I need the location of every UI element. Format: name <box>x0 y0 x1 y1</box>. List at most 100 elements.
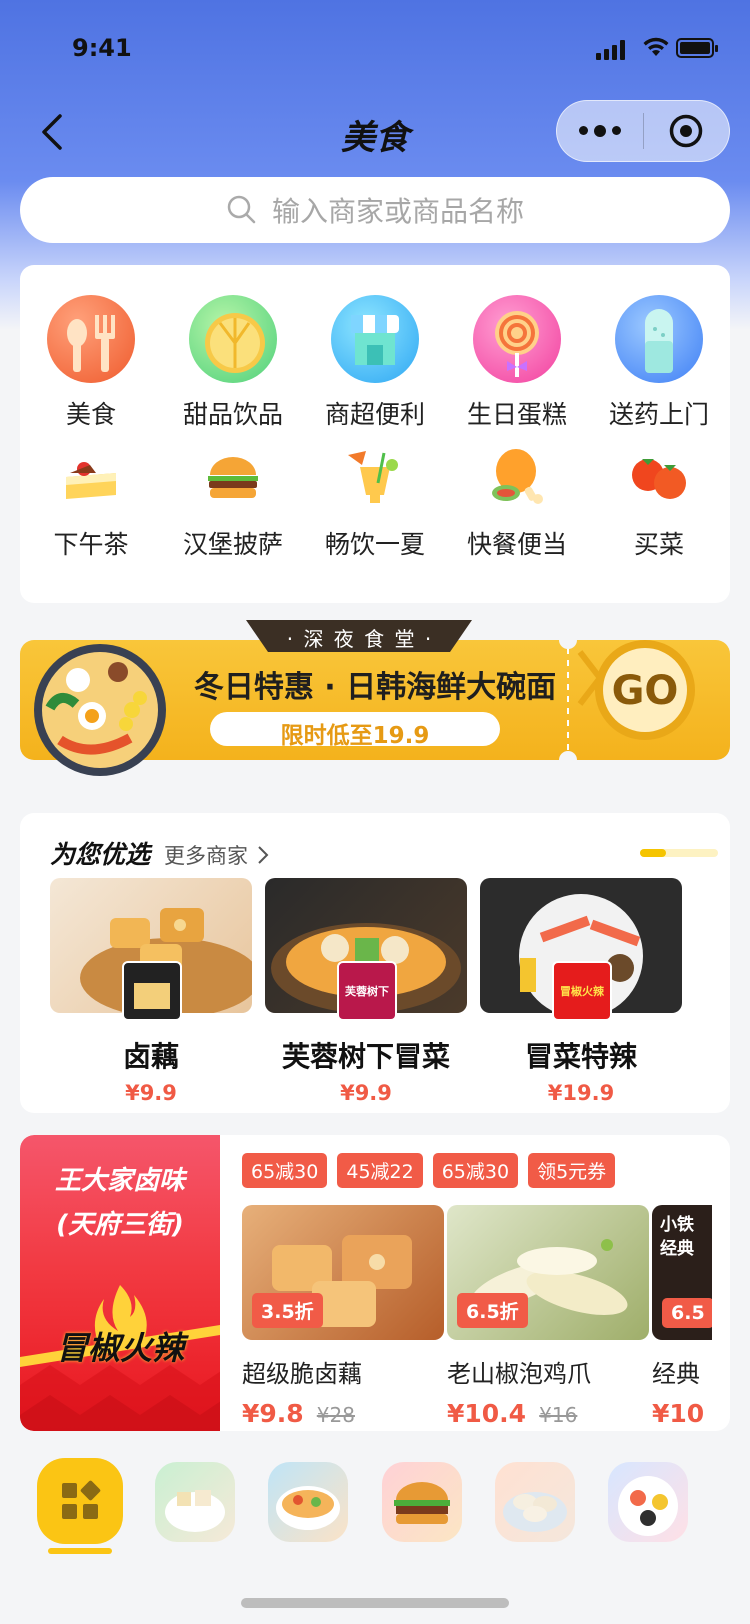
category-label: 快餐便当 <box>466 530 567 559</box>
category-label: 买菜 <box>633 530 684 559</box>
quick-item-burger[interactable] <box>382 1462 462 1542</box>
section-header: 为您优选 更多商家 <box>50 835 270 871</box>
current-price: ¥9.8 <box>242 1399 304 1425</box>
banner-headline: 冬日特惠 · 日韩海鲜大碗面 <box>193 670 557 705</box>
category-label: 下午茶 <box>53 530 129 559</box>
status-time: 9:41 <box>72 34 132 62</box>
quick-item-dessert[interactable] <box>155 1462 235 1542</box>
category-medicine-delivery[interactable]: 送药上门 <box>588 295 730 431</box>
pick-card[interactable]: 卤藕 ¥9.9 <box>50 878 252 1105</box>
current-price: ¥10.4 <box>447 1399 527 1425</box>
recommended-section: 为您优选 更多商家 卤藕 ¥9.9 芙蓉树下 芙蓉树下冒菜 ¥9.9 冒椒火辣 <box>20 813 730 1113</box>
search-placeholder: 输入商家或商品名称 <box>271 195 524 228</box>
pick-card[interactable]: 冒椒火辣 冒菜特辣 ¥19.9 <box>480 878 682 1105</box>
category-afternoon-tea[interactable]: 下午茶 <box>20 443 162 561</box>
category-label: 商超便利 <box>324 400 425 429</box>
lollipop-icon <box>473 295 561 383</box>
original-price: ¥16 <box>539 1403 578 1425</box>
pick-name: 卤藕 <box>122 1040 179 1073</box>
status-bar: 9:41 <box>0 0 750 96</box>
cellular-signal-icon <box>596 38 625 60</box>
pick-price: ¥9.9 <box>125 1081 177 1105</box>
chicken-leg-icon <box>482 443 552 513</box>
more-merchants-link[interactable]: 更多商家 <box>164 840 270 870</box>
merchant-logo-text: 冒椒火辣 <box>560 985 604 998</box>
category-burger-pizza[interactable]: 汉堡披萨 <box>162 443 304 561</box>
mini-program-capsule <box>556 100 730 162</box>
product-card[interactable]: 小铁 经典 6.5 经典 ¥10 <box>652 1205 712 1425</box>
navigation-bar: 美食 <box>0 96 750 168</box>
coupon-tag[interactable]: 领5元券 <box>528 1153 616 1188</box>
storefront-icon <box>331 295 419 383</box>
tomato-icon <box>624 443 694 513</box>
promo-banner[interactable]: · 深 夜 食 堂 · 冬日特惠 · 日韩海鲜大碗面 限时低至19.9 GO <box>20 620 730 780</box>
more-menu-button[interactable] <box>557 124 643 137</box>
close-mini-program-button[interactable] <box>644 113 730 149</box>
chevron-right-icon <box>258 846 269 864</box>
category-supermarket[interactable]: 商超便利 <box>304 295 446 431</box>
shop-banner[interactable]: 王大家卤味 (天府三街) 冒椒火辣 <box>20 1135 220 1431</box>
banner-go-button[interactable]: GO <box>603 668 687 714</box>
target-icon <box>670 114 703 148</box>
merchant-logo: 冒椒火辣 <box>552 961 612 1021</box>
quick-item-dumplings[interactable] <box>495 1462 575 1542</box>
pick-name: 芙蓉树下冒菜 <box>281 1040 450 1073</box>
category-grid: 美食 甜品饮品 商超便利 生日蛋糕 送药上门 下午茶 汉堡披萨 畅饮一夏 快餐便… <box>20 265 730 603</box>
quick-item-noodles[interactable] <box>268 1462 348 1542</box>
shop-card: 王大家卤味 (天府三街) 冒椒火辣 65减30 45减22 65减30 领5元券… <box>20 1135 730 1431</box>
discount-badge: 6.5 <box>662 1298 712 1328</box>
product-card[interactable]: 3.5折 超级脆卤藕 ¥9.8 ¥28 <box>242 1205 444 1425</box>
category-label: 汉堡披萨 <box>182 530 283 559</box>
search-icon <box>227 195 256 224</box>
cocktail-icon <box>340 443 410 513</box>
cake-slice-icon <box>56 443 126 513</box>
fork-knife-icon <box>47 295 135 383</box>
category-birthday-cake[interactable]: 生日蛋糕 <box>446 295 588 431</box>
banner-subtitle: 限时低至19.9 <box>280 723 430 749</box>
bottom-quick-bar <box>0 1450 750 1560</box>
category-desserts-drinks[interactable]: 甜品饮品 <box>162 295 304 431</box>
noodle-bowl-icon <box>276 1486 340 1530</box>
quick-item-platter[interactable] <box>608 1462 688 1542</box>
category-summer-drinks[interactable]: 畅饮一夏 <box>304 443 446 561</box>
search-input[interactable]: 输入商家或商品名称 <box>20 177 730 243</box>
category-food[interactable]: 美食 <box>20 295 162 431</box>
burger-icon <box>198 443 268 513</box>
merchant-logo <box>122 961 182 1021</box>
wifi-icon <box>643 37 669 56</box>
all-categories-button[interactable] <box>37 1458 123 1544</box>
category-label: 畅饮一夏 <box>324 530 425 559</box>
product-price: ¥10 <box>652 1399 712 1425</box>
category-label: 甜品饮品 <box>182 400 283 429</box>
product-carousel[interactable]: 3.5折 超级脆卤藕 ¥9.8 ¥28 6.5折 老山椒泡鸡爪 ¥10.4 ¥1… <box>242 1205 712 1425</box>
category-fast-food[interactable]: 快餐便当 <box>446 443 588 561</box>
shop-logo-art <box>20 1285 220 1431</box>
more-merchants-label: 更多商家 <box>164 844 249 868</box>
product-price: ¥9.8 ¥28 <box>242 1399 444 1425</box>
banner-tag: · 深 夜 食 堂 · <box>286 627 434 651</box>
product-image: 小铁 经典 6.5 <box>652 1205 712 1340</box>
shop-logo-text: 冒椒火辣 <box>55 1329 184 1367</box>
pill-capsule-icon <box>615 295 703 383</box>
coupon-tag[interactable]: 45减22 <box>337 1153 423 1188</box>
category-label: 生日蛋糕 <box>466 400 567 429</box>
coupon-tag[interactable]: 65减30 <box>432 1153 519 1188</box>
product-name: 经典 <box>652 1360 700 1388</box>
pick-card[interactable]: 芙蓉树下 芙蓉树下冒菜 ¥9.9 <box>265 878 467 1105</box>
coupon-list: 65减30 45减22 65减30 领5元券 <box>242 1153 616 1188</box>
lemon-slice-icon <box>189 295 277 383</box>
grid-shapes-icon <box>62 1480 101 1519</box>
pick-price: ¥19.9 <box>547 1081 615 1105</box>
product-overlay-text: 小铁 经典 <box>660 1215 694 1259</box>
discount-badge: 3.5折 <box>252 1293 323 1328</box>
category-label: 美食 <box>65 400 116 429</box>
category-groceries[interactable]: 买菜 <box>588 443 730 561</box>
coupon-tag[interactable]: 65减30 <box>242 1153 328 1188</box>
product-price: ¥10.4 ¥16 <box>447 1399 649 1425</box>
section-title: 为您优选 <box>50 840 151 869</box>
home-indicator <box>241 1598 509 1608</box>
product-name: 老山椒泡鸡爪 <box>447 1360 591 1388</box>
product-card[interactable]: 6.5折 老山椒泡鸡爪 ¥10.4 ¥16 <box>447 1205 649 1425</box>
pick-price: ¥9.9 <box>340 1081 392 1105</box>
merchant-logo-text: 芙蓉树下 <box>345 985 389 998</box>
